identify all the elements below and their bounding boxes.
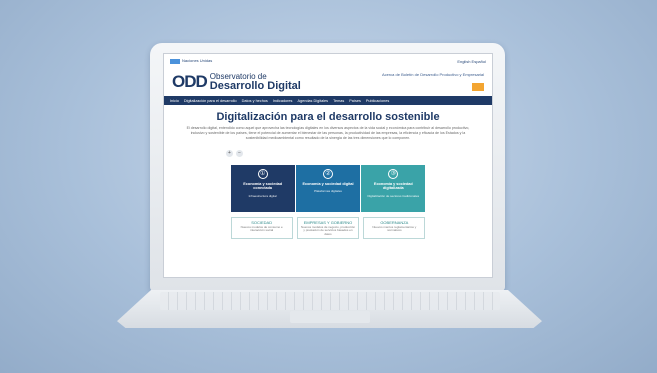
outcome-card[interactable]: SOCIEDAD Nuevos modelos de consumo e inte… — [230, 216, 293, 239]
outcome-text: Nuevos modelos de consumo e interacción … — [240, 224, 283, 233]
nav-item[interactable]: Agendas Digitales — [297, 99, 328, 103]
dimension-cards: ① Economía y sociedad conectada Infraestru… — [230, 164, 426, 212]
card-subtitle: Infraestructura digital — [248, 193, 277, 198]
un-flag-icon — [170, 58, 180, 64]
zoom-controls: + − — [226, 149, 492, 157]
nav-item[interactable]: Publicaciones — [366, 99, 389, 103]
zoom-in-icon[interactable]: + — [226, 149, 233, 157]
laptop-scene: Naciones Unidas English Español ODD Obse… — [0, 0, 657, 373]
logo-mark: ODD — [172, 72, 208, 91]
dimension-icon: ③ — [388, 168, 399, 179]
card-title: Economía y sociedad digitalizada — [373, 181, 413, 191]
top-strip: Naciones Unidas English Español — [164, 54, 492, 68]
nav-item[interactable]: Países — [349, 99, 361, 103]
laptop-screen: Naciones Unidas English Español ODD Obse… — [163, 53, 493, 278]
language-links[interactable]: English Español — [457, 59, 486, 64]
header-links[interactable]: Acerca de Boletín de Desarrollo Producti… — [382, 72, 484, 92]
intro-text: El desarrollo digital, entendido como aq… — [186, 126, 470, 140]
un-label[interactable]: Naciones Unidas — [170, 58, 212, 64]
nav-item[interactable]: Datos y hechos — [242, 99, 268, 103]
outcome-card[interactable]: GOBERNANZA Nuevos marcos reglamentarios y… — [363, 216, 426, 239]
outcome-title: GOBERNANZA — [380, 219, 409, 225]
card-subtitle: Digitalización de sectores tradicionales — [367, 193, 420, 198]
site-header: ODD Observatorio de Desarrollo Digital A… — [164, 68, 492, 96]
outcome-title: EMPRESAS Y GOBIERNO — [303, 219, 353, 225]
nav-item[interactable]: Inicio — [170, 99, 179, 103]
card-subtitle: Plataformas digitales — [314, 189, 342, 194]
card-title: Economía y sociedad digital — [302, 181, 354, 186]
page-title: Digitalización para el desarrollo sosten… — [216, 111, 440, 123]
card-title: Economía y sociedad conectada — [243, 181, 283, 191]
outcome-text: Nuevos marcos reglamentarios y normativo… — [372, 224, 417, 233]
outcome-text: Nuevos modelos de negocio, producción y … — [300, 224, 356, 236]
dimension-card[interactable]: ③ Economía y sociedad digitalizada Digital… — [361, 164, 426, 212]
eclac-logo-icon — [472, 83, 484, 91]
logo-line2: Desarrollo Digital — [209, 79, 301, 92]
dimension-icon: ① — [257, 168, 268, 179]
outcome-title: SOCIEDAD — [251, 219, 273, 225]
outcome-card[interactable]: EMPRESAS Y GOBIERNO Nuevos modelos de neg… — [296, 216, 360, 239]
nav-item[interactable]: Digitalización para el desarrollo — [184, 99, 237, 103]
outcome-cards: SOCIEDAD Nuevos modelos de consumo e inte… — [230, 216, 426, 239]
dimension-card[interactable]: ② Economía y sociedad digital Plataformas … — [295, 164, 361, 212]
dimension-icon: ② — [322, 168, 333, 179]
nav-item[interactable]: Indicadores — [273, 99, 293, 103]
trackpad — [290, 311, 370, 323]
zoom-out-icon[interactable]: − — [236, 149, 243, 157]
site-logo[interactable]: ODD Observatorio de Desarrollo Digital — [172, 72, 301, 92]
keyboard — [160, 292, 500, 310]
main-nav: Inicio Digitalización para el desarrollo D… — [164, 96, 492, 105]
dimension-card[interactable]: ① Economía y sociedad conectada Infraestru… — [230, 164, 295, 212]
nav-item[interactable]: Temas — [333, 99, 344, 103]
